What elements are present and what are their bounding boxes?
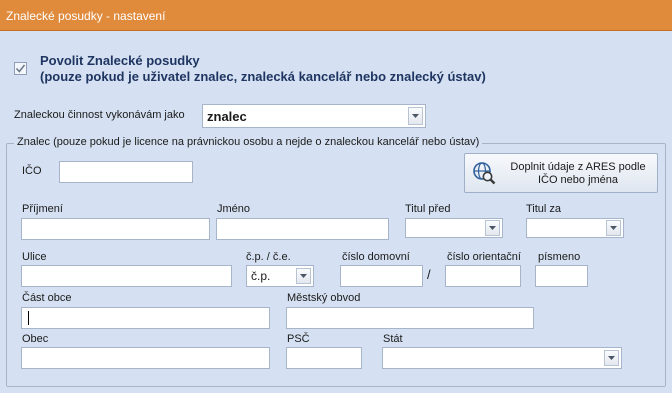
stat-label: Stát xyxy=(383,333,403,345)
groupbox-legend: Znalec (pouze pokud je licence na právni… xyxy=(14,136,483,148)
globe-search-icon xyxy=(473,162,496,185)
activity-dropdown-button[interactable] xyxy=(408,107,423,125)
ares-button-label-line2: IČO nebo jména xyxy=(537,174,619,186)
window-title: Znalecké posudky - nastavení xyxy=(6,9,166,23)
text-caret xyxy=(28,311,29,325)
activity-select-value: znalec xyxy=(207,109,247,124)
cp-ce-select-value: č.p. xyxy=(251,269,271,283)
enable-label: Povolit Znalecké posudky (pouze pokud je… xyxy=(40,53,486,85)
titul-pred-select[interactable] xyxy=(405,218,503,238)
chevron-down-icon xyxy=(412,114,419,118)
pismeno-input[interactable] xyxy=(535,265,588,287)
ulice-label: Ulice xyxy=(22,251,47,263)
chevron-down-icon xyxy=(608,356,615,360)
cislo-orientacni-label: číslo orientační xyxy=(447,251,521,263)
titul-pred-label: Titul před xyxy=(405,203,451,215)
prijmeni-input[interactable] xyxy=(21,218,210,240)
ulice-input[interactable] xyxy=(21,265,232,287)
stat-dropdown-button[interactable] xyxy=(604,350,619,366)
number-separator: / xyxy=(427,267,431,282)
psc-input[interactable] xyxy=(286,347,362,369)
titul-za-label: Titul za xyxy=(526,203,562,215)
titul-za-dropdown-button[interactable] xyxy=(606,220,621,236)
chevron-down-icon xyxy=(300,274,307,278)
cp-ce-dropdown-button[interactable] xyxy=(296,268,311,284)
jmeno-label: Jméno xyxy=(217,203,251,215)
chevron-down-icon xyxy=(489,226,496,230)
activity-select[interactable]: znalec xyxy=(202,104,426,128)
cast-obce-label: Část obce xyxy=(22,292,72,304)
titul-za-select[interactable] xyxy=(526,218,624,238)
window-titlebar: Znalecké posudky - nastavení xyxy=(0,0,672,31)
check-icon xyxy=(15,64,26,73)
ares-button-label: Doplnit údaje z ARES podle IČO nebo jmén… xyxy=(503,161,653,187)
cislo-orientacni-input[interactable] xyxy=(445,265,521,287)
enable-label-line2: (pouze pokud je uživatel znalec, znaleck… xyxy=(40,69,486,84)
obec-label: Obec xyxy=(22,333,49,345)
mestsky-obvod-input[interactable] xyxy=(286,307,534,329)
mestsky-obvod-label: Městský obvod xyxy=(287,292,361,304)
obec-input[interactable] xyxy=(21,347,270,369)
stat-select[interactable] xyxy=(382,347,622,369)
ico-label: IČO xyxy=(22,165,42,177)
ico-input[interactable] xyxy=(59,161,193,183)
pismeno-label: písmeno xyxy=(538,251,581,263)
cp-ce-select[interactable]: č.p. xyxy=(246,265,314,287)
enable-checkbox[interactable] xyxy=(14,62,27,75)
ares-button-label-line1: Doplnit údaje z ARES podle xyxy=(510,161,646,173)
cp-ce-label: č.p. / č.e. xyxy=(246,251,291,263)
ares-fill-button[interactable]: Doplnit údaje z ARES podle IČO nebo jmén… xyxy=(464,153,658,193)
cislo-domovni-label: číslo domovní xyxy=(342,251,410,263)
activity-label: Znaleckou činnost vykonávám jako xyxy=(14,109,185,121)
psc-label: PSČ xyxy=(287,333,310,345)
chevron-down-icon xyxy=(610,226,617,230)
prijmeni-label: Příjmení xyxy=(22,203,63,215)
cislo-domovni-input[interactable] xyxy=(340,265,423,287)
enable-label-line1: Povolit Znalecké posudky xyxy=(40,53,200,68)
jmeno-input[interactable] xyxy=(216,218,389,240)
titul-pred-dropdown-button[interactable] xyxy=(485,220,500,236)
cast-obce-input[interactable] xyxy=(21,307,270,329)
